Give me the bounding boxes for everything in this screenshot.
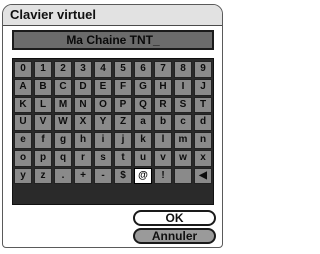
key[interactable]: 5 <box>114 61 132 78</box>
key[interactable]: H <box>154 78 172 96</box>
key[interactable]: a <box>134 114 152 131</box>
key[interactable]: I <box>174 78 192 96</box>
key[interactable]: w <box>174 149 192 167</box>
key[interactable]: 6 <box>134 61 152 78</box>
key[interactable]: u <box>134 149 152 167</box>
key[interactable]: U <box>14 114 32 131</box>
key[interactable]: o <box>14 149 32 167</box>
key[interactable]: D <box>74 78 92 96</box>
key[interactable]: r <box>74 149 92 167</box>
key[interactable]: O <box>94 96 112 114</box>
key[interactable]: B <box>34 78 52 96</box>
key[interactable]: Q <box>134 96 152 114</box>
key[interactable]: 0 <box>14 61 32 78</box>
key[interactable]: N <box>74 96 92 114</box>
key[interactable]: + <box>74 167 92 185</box>
key[interactable]: W <box>54 114 72 131</box>
key[interactable]: ! <box>154 167 172 185</box>
key[interactable]: F <box>114 78 132 96</box>
key[interactable]: n <box>194 132 212 149</box>
key[interactable]: G <box>134 78 152 96</box>
title-bar: Clavier virtuel <box>3 5 222 26</box>
key[interactable]: b <box>154 114 172 131</box>
key[interactable]: $ <box>114 167 132 185</box>
key[interactable]: S <box>174 96 192 114</box>
key[interactable]: - <box>94 167 112 185</box>
key[interactable]: m <box>174 132 192 149</box>
key-selected[interactable]: @ <box>134 167 152 185</box>
key[interactable]: v <box>154 149 172 167</box>
key[interactable]: x <box>194 149 212 167</box>
key[interactable]: E <box>94 78 112 96</box>
key[interactable]: J <box>194 78 212 96</box>
key[interactable]: c <box>174 114 192 131</box>
backspace-key[interactable]: ◀ <box>194 167 212 185</box>
text-input-field[interactable]: Ma Chaine TNT_ <box>12 30 214 50</box>
key[interactable]: 7 <box>154 61 172 78</box>
key[interactable]: 1 <box>34 61 52 78</box>
key[interactable]: A <box>14 78 32 96</box>
key[interactable]: t <box>114 149 132 167</box>
ok-button[interactable]: OK <box>133 210 216 226</box>
key[interactable]: e <box>14 132 32 149</box>
key[interactable]: Y <box>94 114 112 131</box>
key[interactable]: d <box>194 114 212 131</box>
key[interactable]: K <box>14 96 32 114</box>
dialog-title: Clavier virtuel <box>10 7 96 22</box>
key[interactable]: M <box>54 96 72 114</box>
key[interactable]: g <box>54 132 72 149</box>
key[interactable]: f <box>34 132 52 149</box>
cancel-button[interactable]: Annuler <box>133 228 216 244</box>
key[interactable]: R <box>154 96 172 114</box>
key[interactable]: L <box>34 96 52 114</box>
key[interactable]: q <box>54 149 72 167</box>
key[interactable]: k <box>134 132 152 149</box>
key[interactable]: C <box>54 78 72 96</box>
key[interactable]: p <box>34 149 52 167</box>
key[interactable]: T <box>194 96 212 114</box>
key[interactable]: 3 <box>74 61 92 78</box>
key[interactable]: Z <box>114 114 132 131</box>
key[interactable]: 8 <box>174 61 192 78</box>
key[interactable]: z <box>34 167 52 185</box>
key-grid: 0123456789 ABCDEFGHIJ KLMNOPQRST UVWXYZabcd… <box>12 58 214 205</box>
key[interactable]: i <box>94 132 112 149</box>
space-key[interactable] <box>174 167 192 185</box>
key[interactable]: j <box>114 132 132 149</box>
key[interactable]: h <box>74 132 92 149</box>
key[interactable]: 9 <box>194 61 212 78</box>
key[interactable]: s <box>94 149 112 167</box>
key[interactable]: P <box>114 96 132 114</box>
key[interactable]: V <box>34 114 52 131</box>
key[interactable]: . <box>54 167 72 185</box>
key[interactable]: 2 <box>54 61 72 78</box>
key[interactable]: y <box>14 167 32 185</box>
virtual-keyboard-dialog: Clavier virtuel Ma Chaine TNT_ 012345678… <box>2 4 223 248</box>
key[interactable]: l <box>154 132 172 149</box>
key[interactable]: X <box>74 114 92 131</box>
key[interactable]: 4 <box>94 61 112 78</box>
